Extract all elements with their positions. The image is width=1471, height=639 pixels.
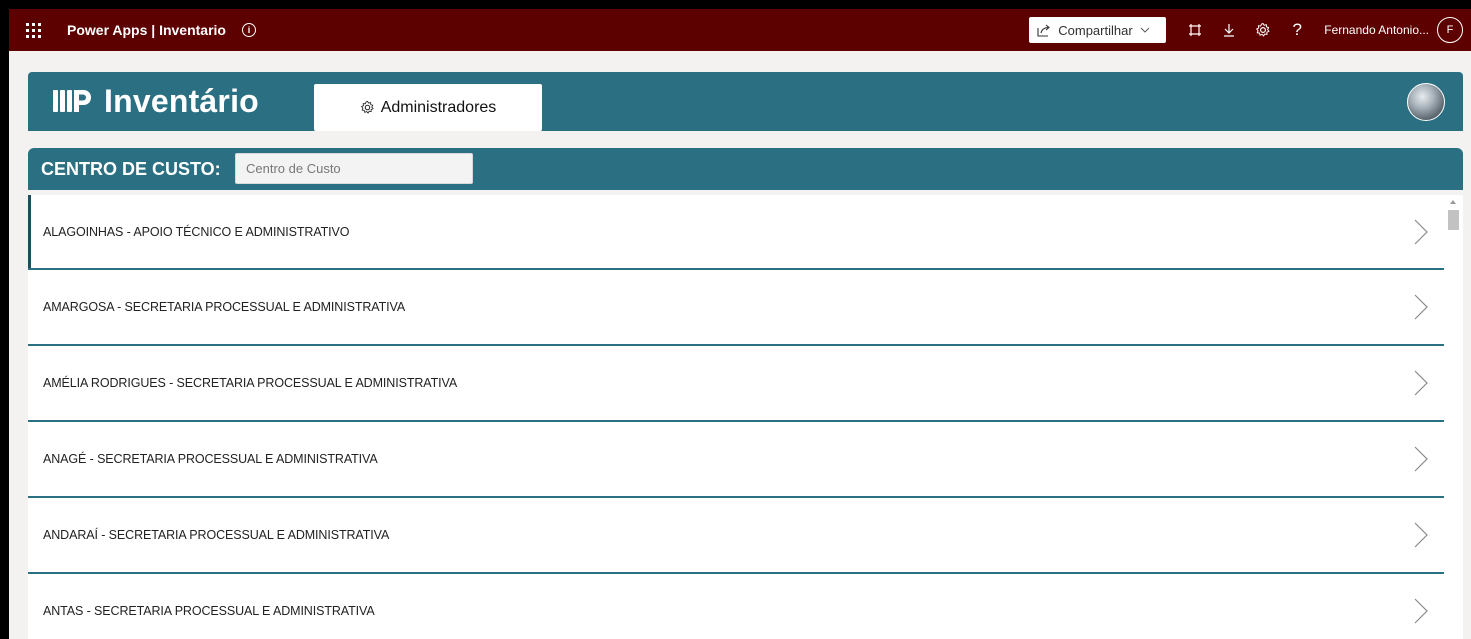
list-item[interactable]: ANAGÉ - SECRETARIA PROCESSUAL E ADMINIST…: [28, 422, 1444, 498]
cost-center-label: CENTRO DE CUSTO:: [41, 158, 221, 179]
cost-center-list: ALAGOINHAS - APOIO TÉCNICO E ADMINISTRAT…: [28, 195, 1444, 639]
list-item-label: AMARGOSA - SECRETARIA PROCESSUAL E ADMIN…: [43, 300, 406, 314]
list-item[interactable]: ANDARAÍ - SECRETARIA PROCESSUAL E ADMINI…: [28, 498, 1444, 574]
share-button[interactable]: Compartilhar: [1029, 17, 1167, 43]
settings-gear-icon[interactable]: [1246, 9, 1280, 51]
app-header: Inventário Administradores: [28, 72, 1463, 131]
help-icon[interactable]: ?: [1280, 9, 1314, 51]
app-name: Inventário: [104, 83, 259, 119]
share-label: Compartilhar: [1058, 22, 1133, 38]
list-item[interactable]: ALAGOINHAS - APOIO TÉCNICO E ADMINISTRAT…: [28, 195, 1444, 270]
app-launcher-icon[interactable]: [9, 9, 57, 51]
administrators-button[interactable]: Administradores: [314, 84, 542, 131]
chevron-right-icon[interactable]: [1414, 370, 1428, 396]
info-icon[interactable]: i: [241, 23, 256, 37]
list-item-label: AMÉLIA RODRIGUES - SECRETARIA PROCESSUAL…: [43, 376, 458, 390]
profile-photo[interactable]: [1407, 83, 1445, 121]
app-frame: Power Apps | Inventario i Compartilhar ?…: [9, 9, 1471, 639]
chevron-right-icon[interactable]: [1414, 219, 1428, 245]
logo-icon: [53, 89, 91, 112]
suite-bar: Power Apps | Inventario i Compartilhar ?…: [9, 9, 1471, 51]
administrators-label: Administradores: [380, 98, 497, 116]
scroll-thumb[interactable]: [1448, 210, 1459, 230]
scroll-up-arrow-icon[interactable]: [1450, 200, 1456, 204]
filter-bar: CENTRO DE CUSTO:: [28, 148, 1463, 190]
chevron-down-icon: [1140, 27, 1150, 33]
settings-gear-icon: [360, 100, 374, 114]
chevron-right-icon[interactable]: [1414, 522, 1428, 548]
chevron-right-icon[interactable]: [1414, 598, 1428, 624]
chevron-right-icon[interactable]: [1414, 446, 1428, 472]
list-item[interactable]: AMÉLIA RODRIGUES - SECRETARIA PROCESSUAL…: [28, 346, 1444, 422]
user-avatar[interactable]: F: [1437, 17, 1463, 43]
list-item-label: ANAGÉ - SECRETARIA PROCESSUAL E ADMINIST…: [43, 452, 378, 466]
user-name[interactable]: Fernando Antonio...: [1324, 23, 1429, 37]
list-scrollbar[interactable]: [1444, 195, 1463, 639]
download-icon[interactable]: [1212, 9, 1246, 51]
fit-to-window-icon[interactable]: [1178, 9, 1212, 51]
list-item-label: ANTAS - SECRETARIA PROCESSUAL E ADMINIST…: [43, 604, 375, 618]
list-item-label: ALAGOINHAS - APOIO TÉCNICO E ADMINISTRAT…: [43, 224, 350, 239]
chevron-right-icon[interactable]: [1414, 294, 1428, 320]
list-item-label: ANDARAÍ - SECRETARIA PROCESSUAL E ADMINI…: [43, 528, 390, 542]
app-title: Power Apps | Inventario: [67, 22, 226, 38]
cost-center-search-input[interactable]: [235, 153, 473, 184]
list-item[interactable]: ANTAS - SECRETARIA PROCESSUAL E ADMINIST…: [28, 574, 1444, 639]
share-icon: [1037, 24, 1051, 37]
list-item[interactable]: AMARGOSA - SECRETARIA PROCESSUAL E ADMIN…: [28, 270, 1444, 346]
